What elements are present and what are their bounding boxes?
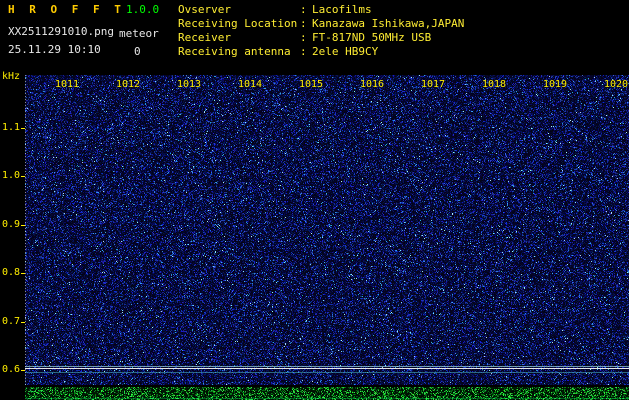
- info-row-antenna: Receiving antenna:2ele HB9CY: [178, 45, 464, 59]
- x-tick-label: 1013: [176, 80, 202, 90]
- y-tick-mark: [21, 176, 25, 177]
- plot-left-edge: [25, 75, 26, 385]
- info-value: Lacofilms: [312, 3, 372, 17]
- y-tick-mark: [21, 322, 25, 323]
- info-row-observer: Ovserver: Lacofilms: [178, 3, 464, 17]
- info-separator: :: [300, 31, 312, 45]
- x-tick-label: 1018: [481, 80, 507, 90]
- y-tick-label: 1.0: [2, 171, 20, 181]
- info-separator: :: [300, 17, 312, 31]
- output-filename: XX2511291010.png: [8, 25, 114, 38]
- y-tick-mark: [21, 370, 25, 371]
- echo-count: 0: [134, 45, 141, 58]
- x-tick-label: 1012: [115, 80, 141, 90]
- info-value: Kanazawa Ishikawa,JAPAN: [312, 17, 464, 31]
- info-label: Receiving antenna: [178, 45, 300, 59]
- x-tick-label: 1017: [420, 80, 446, 90]
- info-separator: :: [300, 45, 312, 59]
- info-label: Receiving Location: [178, 17, 300, 31]
- y-tick-label: 0.6: [2, 365, 20, 375]
- info-row-location: Receiving Location: Kanazawa Ishikawa,JAP…: [178, 17, 464, 31]
- y-tick-mark: [21, 273, 25, 274]
- app-version: 1.0.0: [126, 3, 159, 16]
- x-tick-label: 1014: [237, 80, 263, 90]
- info-value: 2ele HB9CY: [312, 45, 378, 59]
- x-tick-label: 1019: [542, 80, 568, 90]
- y-tick-mark: [21, 225, 25, 226]
- info-label: Ovserver: [178, 3, 300, 17]
- x-tick-label: 1015: [298, 80, 324, 90]
- y-tick-label: 0.7: [2, 317, 20, 327]
- y-axis-unit: kHz: [2, 72, 20, 82]
- main-spectrogram-canvas: [25, 75, 629, 385]
- mode-label: meteor: [119, 27, 159, 40]
- noise-strip-canvas: [25, 387, 629, 400]
- x-tick-label: 1011: [54, 80, 80, 90]
- y-tick-label: 1.1: [2, 123, 20, 133]
- datetime-label: 25.11.29 10:10: [8, 43, 101, 56]
- app-title: H R O F F T: [8, 3, 125, 16]
- info-value: FT-817ND 50MHz USB: [312, 31, 431, 45]
- y-tick-label: 0.9: [2, 220, 20, 230]
- y-tick-label: 0.8: [2, 268, 20, 278]
- info-row-receiver: Receiver: FT-817ND 50MHz USB: [178, 31, 464, 45]
- hrofft-window: H R O F F T 1.0.0 XX2511291010.png meteo…: [0, 0, 629, 400]
- info-separator: :: [300, 3, 312, 17]
- x-tick-label: 1020: [603, 80, 629, 90]
- y-tick-mark: [21, 128, 25, 129]
- station-info: Ovserver: Lacofilms Receiving Location: Ka…: [178, 3, 464, 59]
- info-label: Receiver: [178, 31, 300, 45]
- x-tick-label: 1016: [359, 80, 385, 90]
